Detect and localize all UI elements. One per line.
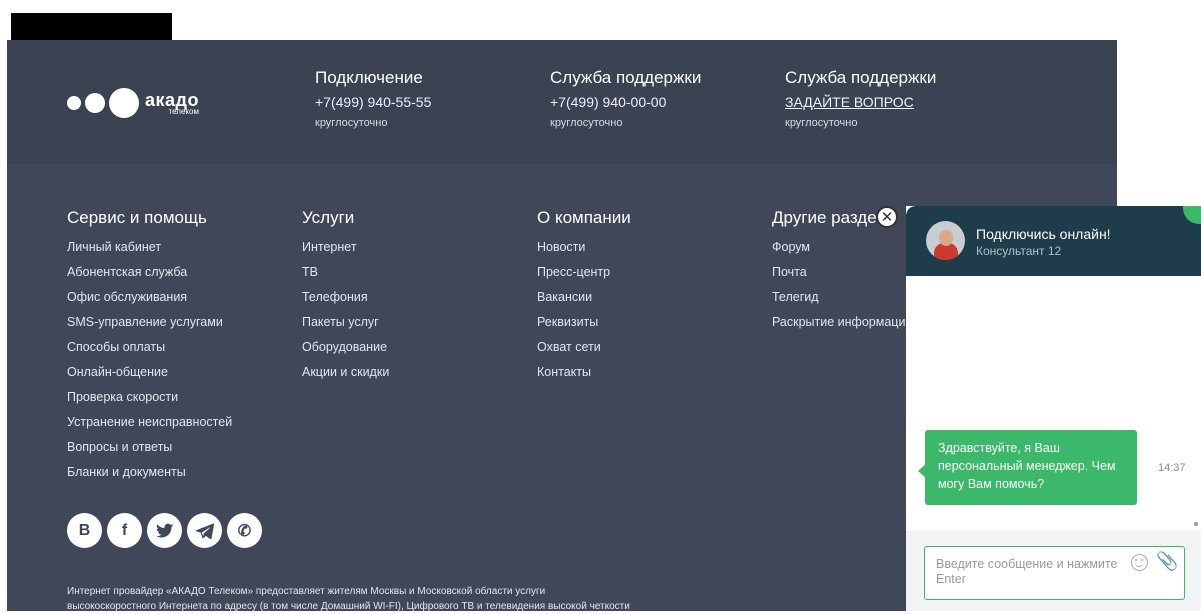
scrollbar[interactable] — [1194, 522, 1198, 526]
message-time: 14:37 — [1158, 462, 1186, 474]
contact-phone[interactable]: +7(499) 940-00-00 — [550, 94, 701, 110]
footer-link[interactable]: Пресс-центр — [537, 265, 631, 290]
chat-consultant: Консультант 12 — [976, 244, 1062, 258]
footer-link[interactable]: Проверка скорости — [67, 390, 232, 415]
twitter-icon[interactable] — [147, 513, 182, 548]
footer-link[interactable]: Вакансии — [537, 290, 631, 315]
chat-widget: Подключись онлайн! Консультант 12 Здравс… — [906, 206, 1201, 611]
footer-column-services: Услуги Интернет ТВ Телефония Пакеты услу… — [302, 208, 389, 390]
column-title: Услуги — [302, 208, 355, 227]
contact-connection: Подключение +7(499) 940-55-55 круглосуто… — [315, 68, 431, 129]
legal-text: Интернет провайдер «АКАДО Телеком» предо… — [67, 584, 667, 614]
footer-link[interactable]: SMS-управление услугами — [67, 315, 232, 340]
chat-accent-corner — [1183, 206, 1201, 224]
footer-column-service: Сервис и помощь Личный кабинет Абонентск… — [67, 208, 232, 490]
footer-link[interactable]: Абонентская служба — [67, 265, 232, 290]
footer-column-other: Другие разде Форум Почта Телегид Раскрыт… — [772, 208, 912, 340]
chat-message-bubble: Здравствуйте, я Ваш персональный менедже… — [925, 430, 1137, 505]
footer-link[interactable]: Оборудование — [302, 340, 389, 365]
redacted-bar — [11, 13, 172, 40]
logo-text: акадо телеком — [145, 91, 199, 116]
logo-dot-medium — [85, 93, 105, 113]
footer-link[interactable]: Акции и скидки — [302, 365, 389, 390]
contact-note: круглосуточно — [785, 117, 858, 129]
footer-link[interactable]: Устранение неисправностей — [67, 415, 232, 440]
contact-title: Служба поддержки — [785, 68, 937, 87]
contact-note: круглосуточно — [315, 117, 388, 129]
footer-link[interactable]: Онлайн-общение — [67, 365, 232, 390]
footer-link[interactable]: Бланки и документы — [67, 465, 232, 490]
footer-link[interactable]: Интернет — [302, 240, 389, 265]
facebook-icon[interactable]: f — [107, 513, 142, 548]
footer-link[interactable]: Раскрытие информации — [772, 315, 912, 340]
chat-message-input[interactable]: Введите сообщение и нажмите Enter — [924, 546, 1185, 600]
footer-link[interactable]: ТВ — [302, 265, 389, 290]
emoji-icon[interactable] — [1131, 554, 1148, 571]
column-title: Сервис и помощь — [67, 208, 207, 227]
contact-note: круглосуточно — [550, 117, 623, 129]
akado-logo[interactable]: акадо телеком — [67, 88, 199, 118]
social-links: В f ✆ — [67, 513, 267, 548]
chat-title: Подключись онлайн! — [976, 226, 1111, 242]
contact-support-question: Служба поддержки ЗАДАЙТЕ ВОПРОС круглосу… — [785, 68, 936, 129]
footer-link[interactable]: Охват сети — [537, 340, 631, 365]
contact-phone[interactable]: +7(499) 940-55-55 — [315, 94, 431, 110]
footer-link[interactable]: Форум — [772, 240, 912, 265]
legal-line: высокоскоростного Интернета по адресу (в… — [67, 601, 630, 612]
telegram-icon[interactable] — [187, 513, 222, 548]
logo-dot-small — [67, 96, 81, 110]
footer-link[interactable]: Новости — [537, 240, 631, 265]
logo-name: акадо — [145, 89, 199, 110]
footer-link[interactable]: Вопросы и ответы — [67, 440, 232, 465]
footer-link[interactable]: Пакеты услуг — [302, 315, 389, 340]
contact-title: Подключение — [315, 68, 423, 87]
column-title: О компании — [537, 208, 631, 227]
close-chat-icon[interactable]: ✕ — [876, 206, 898, 228]
legal-line: Интернет провайдер «АКАДО Телеком» предо… — [67, 586, 546, 597]
viber-icon[interactable]: ✆ — [227, 513, 262, 548]
vk-icon[interactable]: В — [67, 513, 102, 548]
footer-link[interactable]: Личный кабинет — [67, 240, 232, 265]
contact-support-phone: Служба поддержки +7(499) 940-00-00 кругл… — [550, 68, 701, 129]
contact-title: Служба поддержки — [550, 68, 702, 87]
footer-link[interactable]: Способы оплаты — [67, 340, 232, 365]
footer-column-company: О компании Новости Пресс-центр Вакансии … — [537, 208, 631, 390]
chat-input-area: Введите сообщение и нажмите Enter 📎 — [906, 531, 1201, 611]
chat-header: Подключись онлайн! Консультант 12 — [906, 206, 1201, 276]
avatar-face — [939, 230, 953, 246]
attach-icon[interactable]: 📎 — [1156, 552, 1178, 570]
footer-link[interactable]: Почта — [772, 265, 912, 290]
footer-link[interactable]: Офис обслуживания — [67, 290, 232, 315]
footer-link[interactable]: Телегид — [772, 290, 912, 315]
footer-link[interactable]: Телефония — [302, 290, 389, 315]
ask-question-link[interactable]: ЗАДАЙТЕ ВОПРОС — [785, 94, 936, 110]
footer-link[interactable]: Реквизиты — [537, 315, 631, 340]
footer-link[interactable]: Контакты — [537, 365, 631, 390]
logo-dot-large — [109, 88, 139, 118]
avatar — [926, 221, 965, 260]
